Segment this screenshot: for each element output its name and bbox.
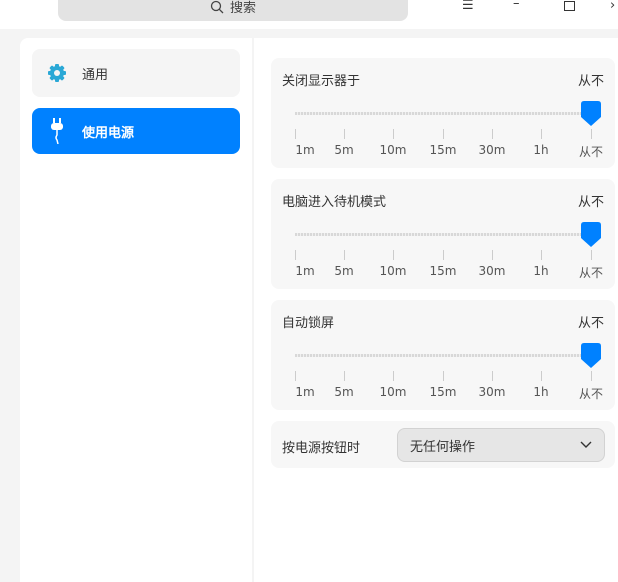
dropdown-value: 无任何操作	[410, 439, 476, 455]
slider-tick	[344, 371, 345, 381]
slider-tick	[492, 371, 493, 381]
minimize-button[interactable]: –	[513, 0, 520, 10]
slider-tick-label: 1h	[533, 264, 549, 278]
search-placeholder: 搜索	[229, 1, 256, 16]
sidebar-item-label: 使用电源	[82, 125, 135, 141]
setting-value: 从不	[577, 195, 604, 210]
slider-tick	[492, 129, 493, 139]
search-icon	[210, 0, 224, 13]
slider-tick	[295, 250, 296, 260]
setting-title: 自动锁屏	[282, 316, 335, 331]
slider-tick	[393, 371, 394, 381]
slider-tick	[443, 250, 444, 260]
slider-tick-label: 1m	[295, 385, 315, 399]
setting-value: 从不	[577, 316, 604, 331]
slider-tick	[443, 371, 444, 381]
setting-title: 关闭显示器于	[282, 74, 361, 89]
slider-tick	[393, 250, 394, 260]
slider-tick	[443, 129, 444, 139]
slider-tick-label: 5m	[334, 264, 354, 278]
slider-track[interactable]	[295, 354, 591, 357]
slider-tick-label: 从不	[579, 266, 604, 280]
maximize-button[interactable]	[564, 1, 575, 11]
slider-tick	[541, 371, 542, 381]
slider-tick-label: 1m	[295, 143, 315, 157]
sidebar-item-power[interactable]: 使用电源	[32, 108, 240, 154]
power-button-card: 按电源按钮时 无任何操作	[271, 421, 615, 468]
slider-tick-label: 30m	[478, 385, 506, 399]
slider-tick-label: 15m	[429, 264, 457, 278]
slider-handle[interactable]	[581, 343, 601, 369]
slider-track[interactable]	[295, 112, 591, 115]
close-button[interactable]: ›	[610, 0, 615, 12]
slider-tick-label: 10m	[379, 385, 407, 399]
setting-card: 关闭显示器于 从不 1m 5m 10m 15m 30m 1h 从不	[271, 58, 615, 168]
setting-title: 电脑进入待机模式	[282, 195, 387, 210]
gear-icon	[45, 63, 69, 83]
menu-button[interactable]: ☰	[462, 0, 474, 12]
chevron-down-icon	[580, 441, 592, 448]
slider-tick-label: 从不	[579, 145, 604, 159]
power-button-dropdown[interactable]: 无任何操作	[397, 428, 605, 462]
setting-value: 从不	[577, 74, 604, 89]
power-button-label: 按电源按钮时	[282, 441, 361, 456]
slider-tick-label: 15m	[429, 385, 457, 399]
slider-tick	[295, 129, 296, 139]
slider-tick	[591, 250, 592, 260]
slider-handle[interactable]	[581, 222, 601, 248]
search-input[interactable]: 搜索	[58, 0, 408, 21]
plug-icon	[45, 118, 69, 144]
setting-card: 自动锁屏 从不 1m 5m 10m 15m 30m 1h 从不	[271, 300, 615, 410]
slider-tick-label: 5m	[334, 385, 354, 399]
slider-tick-label: 1m	[295, 264, 315, 278]
slider-tick-label: 5m	[334, 143, 354, 157]
slider-tick-label: 10m	[379, 143, 407, 157]
slider-handle[interactable]	[581, 101, 601, 127]
title-bar: 搜索 ☰ – ›	[0, 0, 618, 29]
slider-tick-label: 30m	[478, 143, 506, 157]
setting-card: 电脑进入待机模式 从不 1m 5m 10m 15m 30m 1h 从不	[271, 179, 615, 289]
slider-tick-label: 15m	[429, 143, 457, 157]
slider-tick	[344, 129, 345, 139]
slider-tick-label: 1h	[533, 143, 549, 157]
slider-tick-label: 10m	[379, 264, 407, 278]
slider-tick	[295, 371, 296, 381]
slider-tick-label: 30m	[478, 264, 506, 278]
slider-tick	[541, 129, 542, 139]
slider-tick-label: 1h	[533, 385, 549, 399]
slider-tick	[492, 250, 493, 260]
slider-tick	[591, 371, 592, 381]
slider-track[interactable]	[295, 233, 591, 236]
slider-tick	[393, 129, 394, 139]
sidebar-item-label: 通用	[82, 67, 109, 83]
slider-tick	[541, 250, 542, 260]
slider-tick	[591, 129, 592, 139]
slider-tick	[344, 250, 345, 260]
slider-tick-label: 从不	[579, 387, 604, 401]
sidebar-item-general[interactable]: 通用	[32, 49, 240, 97]
